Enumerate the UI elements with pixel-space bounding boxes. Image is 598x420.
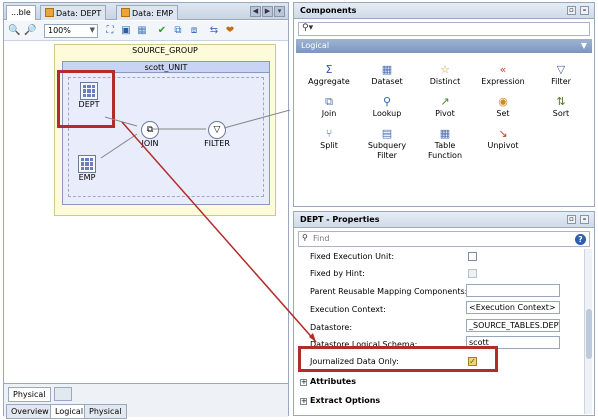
- annotation-arrow: [121, 121, 317, 343]
- app-window: ...ble Data: DEPT Data: EMP ◀ ▶ ▾ 🔍 🔎 10…: [0, 0, 598, 420]
- connector-overlay: [100, 109, 317, 343]
- filter-out-link: [223, 109, 291, 129]
- dept-join-link: [104, 116, 138, 127]
- emp-join-link: [100, 133, 138, 159]
